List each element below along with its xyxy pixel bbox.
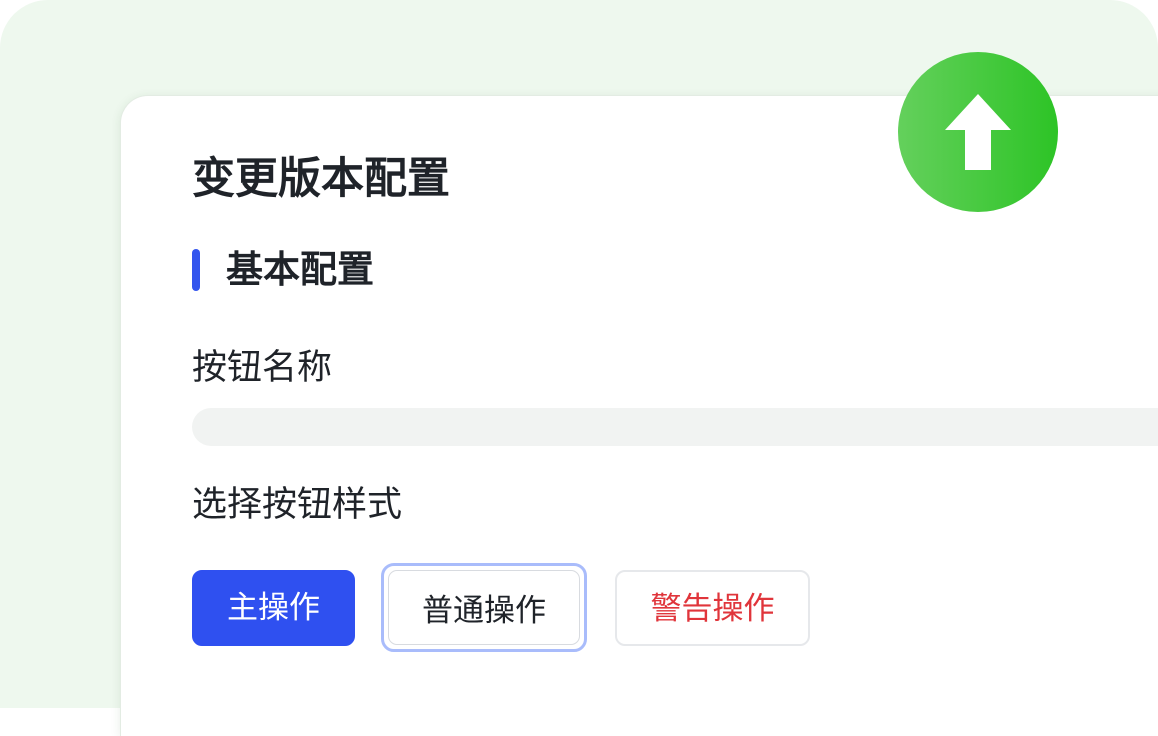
section-title: 基本配置 (226, 248, 374, 291)
style-option-normal[interactable]: 普通操作 (381, 563, 587, 652)
button-name-input[interactable] (192, 408, 1158, 446)
section-accent-bar (192, 249, 200, 291)
upload-button[interactable] (898, 52, 1058, 212)
style-option-primary[interactable]: 主操作 (192, 570, 355, 646)
button-style-label: 选择按钮样式 (192, 485, 403, 525)
style-option-normal-label: 普通操作 (388, 570, 580, 645)
upload-arrow-icon (945, 94, 1011, 170)
button-name-label: 按钮名称 (192, 348, 333, 388)
style-option-warning[interactable]: 警告操作 (615, 570, 810, 646)
dialog-title: 变更版本配置 (192, 154, 450, 204)
